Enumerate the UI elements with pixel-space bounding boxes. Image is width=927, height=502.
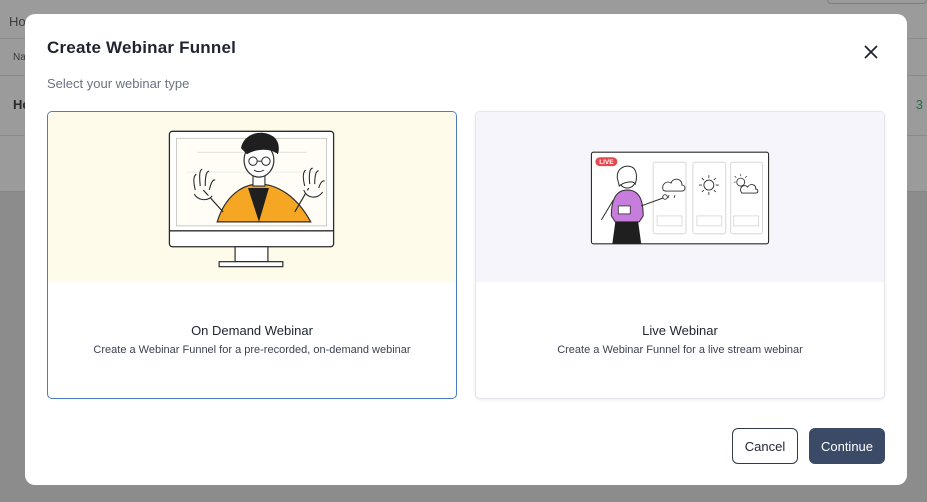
live-illustration: LIVE	[476, 112, 884, 282]
background-breadcrumb: Ho	[9, 14, 26, 29]
on-demand-card-description: Create a Webinar Funnel for a pre-record…	[93, 344, 411, 356]
continue-button[interactable]: Continue	[809, 428, 885, 464]
on-demand-illustration	[48, 112, 456, 282]
background-column-header: Na	[13, 52, 26, 63]
modal-title: Create Webinar Funnel	[47, 38, 237, 57]
presenter-weather-icon: LIVE	[590, 151, 770, 245]
cancel-button[interactable]: Cancel	[732, 428, 798, 464]
person-on-monitor-icon	[168, 130, 335, 268]
on-demand-webinar-card[interactable]: On Demand Webinar Create a Webinar Funne…	[47, 111, 457, 399]
background-row-count: 3	[915, 97, 923, 112]
live-card-description: Create a Webinar Funnel for a live strea…	[557, 344, 803, 356]
create-webinar-funnel-modal: Create Webinar Funnel Select your webina…	[25, 14, 907, 485]
live-webinar-card[interactable]: LIVE Live Webinar Create a Webinar Funne…	[475, 111, 885, 399]
modal-subtitle: Select your webinar type	[47, 76, 190, 91]
close-button[interactable]	[859, 40, 883, 64]
on-demand-card-title: On Demand Webinar	[191, 323, 313, 338]
live-badge: LIVE	[599, 159, 614, 166]
close-icon	[864, 45, 878, 59]
background-toolbar-buttons	[827, 0, 927, 4]
live-card-title: Live Webinar	[642, 323, 718, 338]
